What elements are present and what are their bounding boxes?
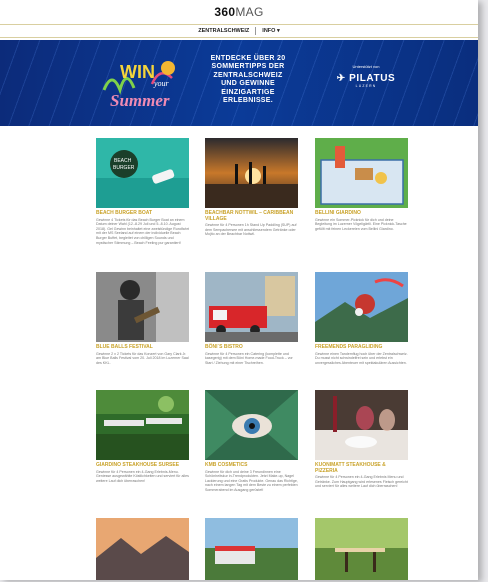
card-blue-balls-festival[interactable]: BLUE BALLS FESTIVAL Gewinne 2 x 2 Ticket… — [96, 272, 189, 365]
card-title: BELLINI GIARDINO — [315, 210, 361, 216]
svg-text:BURGER: BURGER — [113, 165, 135, 171]
sponsor-sub: LUZERN — [355, 84, 377, 88]
logo-main: 360 — [214, 5, 236, 19]
card-title: BEACHBAR NOTTWIL – CARIBBEAN VILLAGE — [205, 210, 294, 222]
card-description: Gewinne für 4 Personen ein 4-Gang Erlebn… — [96, 469, 189, 483]
svg-text:Summer: Summer — [110, 91, 170, 110]
card-image — [96, 272, 189, 342]
card-freemends-paragliding[interactable]: FREEMENDS PARAGLIDING Gewinne einen Tand… — [315, 272, 408, 365]
card-image — [96, 390, 189, 460]
card-description: Gewinne 2 x 2 Tickets für das Konzert vo… — [96, 351, 189, 365]
card-giardino-steakhouse-sursee[interactable]: GIARDINO STEAKHOUSE SURSEE Gewinne für 4… — [96, 390, 189, 483]
card-image — [315, 138, 408, 208]
card-row4-3[interactable] — [315, 518, 408, 580]
card-title: BLUE BALLS FESTIVAL — [96, 344, 153, 350]
nav-item-zentralschweiz[interactable]: ZENTRALSCHWEIZ — [198, 28, 249, 34]
card-beachbar-nottwil[interactable]: BEACHBAR NOTTWIL – CARIBBEAN VILLAGE Gew… — [205, 138, 298, 237]
card-description: Gewinne für 4 Personen ein Catering (kom… — [205, 351, 293, 365]
card-image — [205, 272, 298, 342]
card-image: BEACH BURGER — [96, 138, 189, 208]
card-image — [96, 518, 189, 580]
logo-suffix: MAG — [235, 5, 264, 19]
card-image — [315, 272, 408, 342]
card-row4-1[interactable] — [96, 518, 189, 580]
card-title: KUONIMATT STEAKHOUSE & PIZZERIA — [315, 462, 386, 474]
card-image — [205, 518, 298, 580]
card-title: BEACH BURGER BOAT — [96, 210, 153, 216]
nav-item-info[interactable]: INFO ▾ — [262, 28, 279, 34]
svg-text:WIN: WIN — [120, 62, 155, 82]
card-description: Gewinne ein Sommer-Picknick für dich und… — [315, 217, 407, 231]
card-bellini-giardino[interactable]: BELLINI GIARDINO Gewinne ein Sommer-Pick… — [315, 138, 408, 231]
card-kuonimatt-steakhouse[interactable]: KUONIMATT STEAKHOUSE & PIZZERIA Gewinne … — [315, 390, 408, 489]
top-bar: 360MAG — [0, 0, 478, 24]
chevron-down-icon: ▾ — [276, 28, 280, 34]
banner-headline: ENTDECKE ÜBER 20 SOMMERTIPPS DER ZENTRAL… — [210, 55, 286, 105]
card-description: Gewinne einen Tandemflug hoch über der Z… — [315, 351, 408, 365]
card-kmb-cosmetics[interactable]: KMB COSMETICS Gewinne für dich und deine… — [205, 390, 298, 493]
win-your-summer-logo: WIN your Summer — [102, 61, 175, 110]
card-description: Gewinne für dich und deine 3 Freundinnen… — [205, 469, 298, 492]
card-description: Gewinne für 4 Personen ein 4-Gang Erlebn… — [315, 475, 408, 489]
card-image — [205, 138, 298, 208]
card-title: BÖNI´S BISTRO — [205, 344, 243, 350]
card-bonis-bistro[interactable]: BÖNI´S BISTRO Gewinne für 4 Personen ein… — [205, 272, 298, 365]
card-description: Gewinne für 4 Personen 1h Stand Up Paddl… — [205, 223, 297, 237]
sub-navigation: ZENTRALSCHWEIZ INFO ▾ — [0, 24, 478, 38]
svg-text:your: your — [153, 79, 170, 88]
card-image — [205, 390, 298, 460]
card-beach-burger-boat[interactable]: BEACH BURGER BEACH BURGER BOAT Gewinne 4 … — [96, 138, 189, 245]
card-row4-2[interactable] — [205, 518, 298, 580]
sponsor-prefix: Unterstützt von — [352, 64, 380, 69]
card-title: KMB COSMETICS — [205, 462, 248, 468]
card-title: GIARDINO STEAKHOUSE SURSEE — [96, 462, 180, 468]
page: 360MAG ZENTRALSCHWEIZ INFO ▾ WIN your Su… — [0, 0, 478, 580]
pilatus-logo: ✈ PILATUS — [336, 73, 396, 84]
pilatus-wing-icon: ✈ — [336, 73, 346, 84]
card-description: Gewinne 4 Tickets für das Beach Burger B… — [96, 217, 189, 245]
svg-text:BEACH: BEACH — [114, 158, 132, 164]
sponsor-block[interactable]: Unterstützt von ✈ PILATUS LUZERN — [330, 64, 402, 88]
nav-separator — [255, 27, 257, 35]
card-image — [315, 518, 408, 580]
card-title: FREEMENDS PARAGLIDING — [315, 344, 383, 350]
card-image — [315, 390, 408, 460]
site-logo[interactable]: 360MAG — [214, 5, 263, 19]
promo-banner[interactable]: WIN your Summer ENTDECKE ÜBER 20 SOMMERT… — [0, 40, 478, 126]
